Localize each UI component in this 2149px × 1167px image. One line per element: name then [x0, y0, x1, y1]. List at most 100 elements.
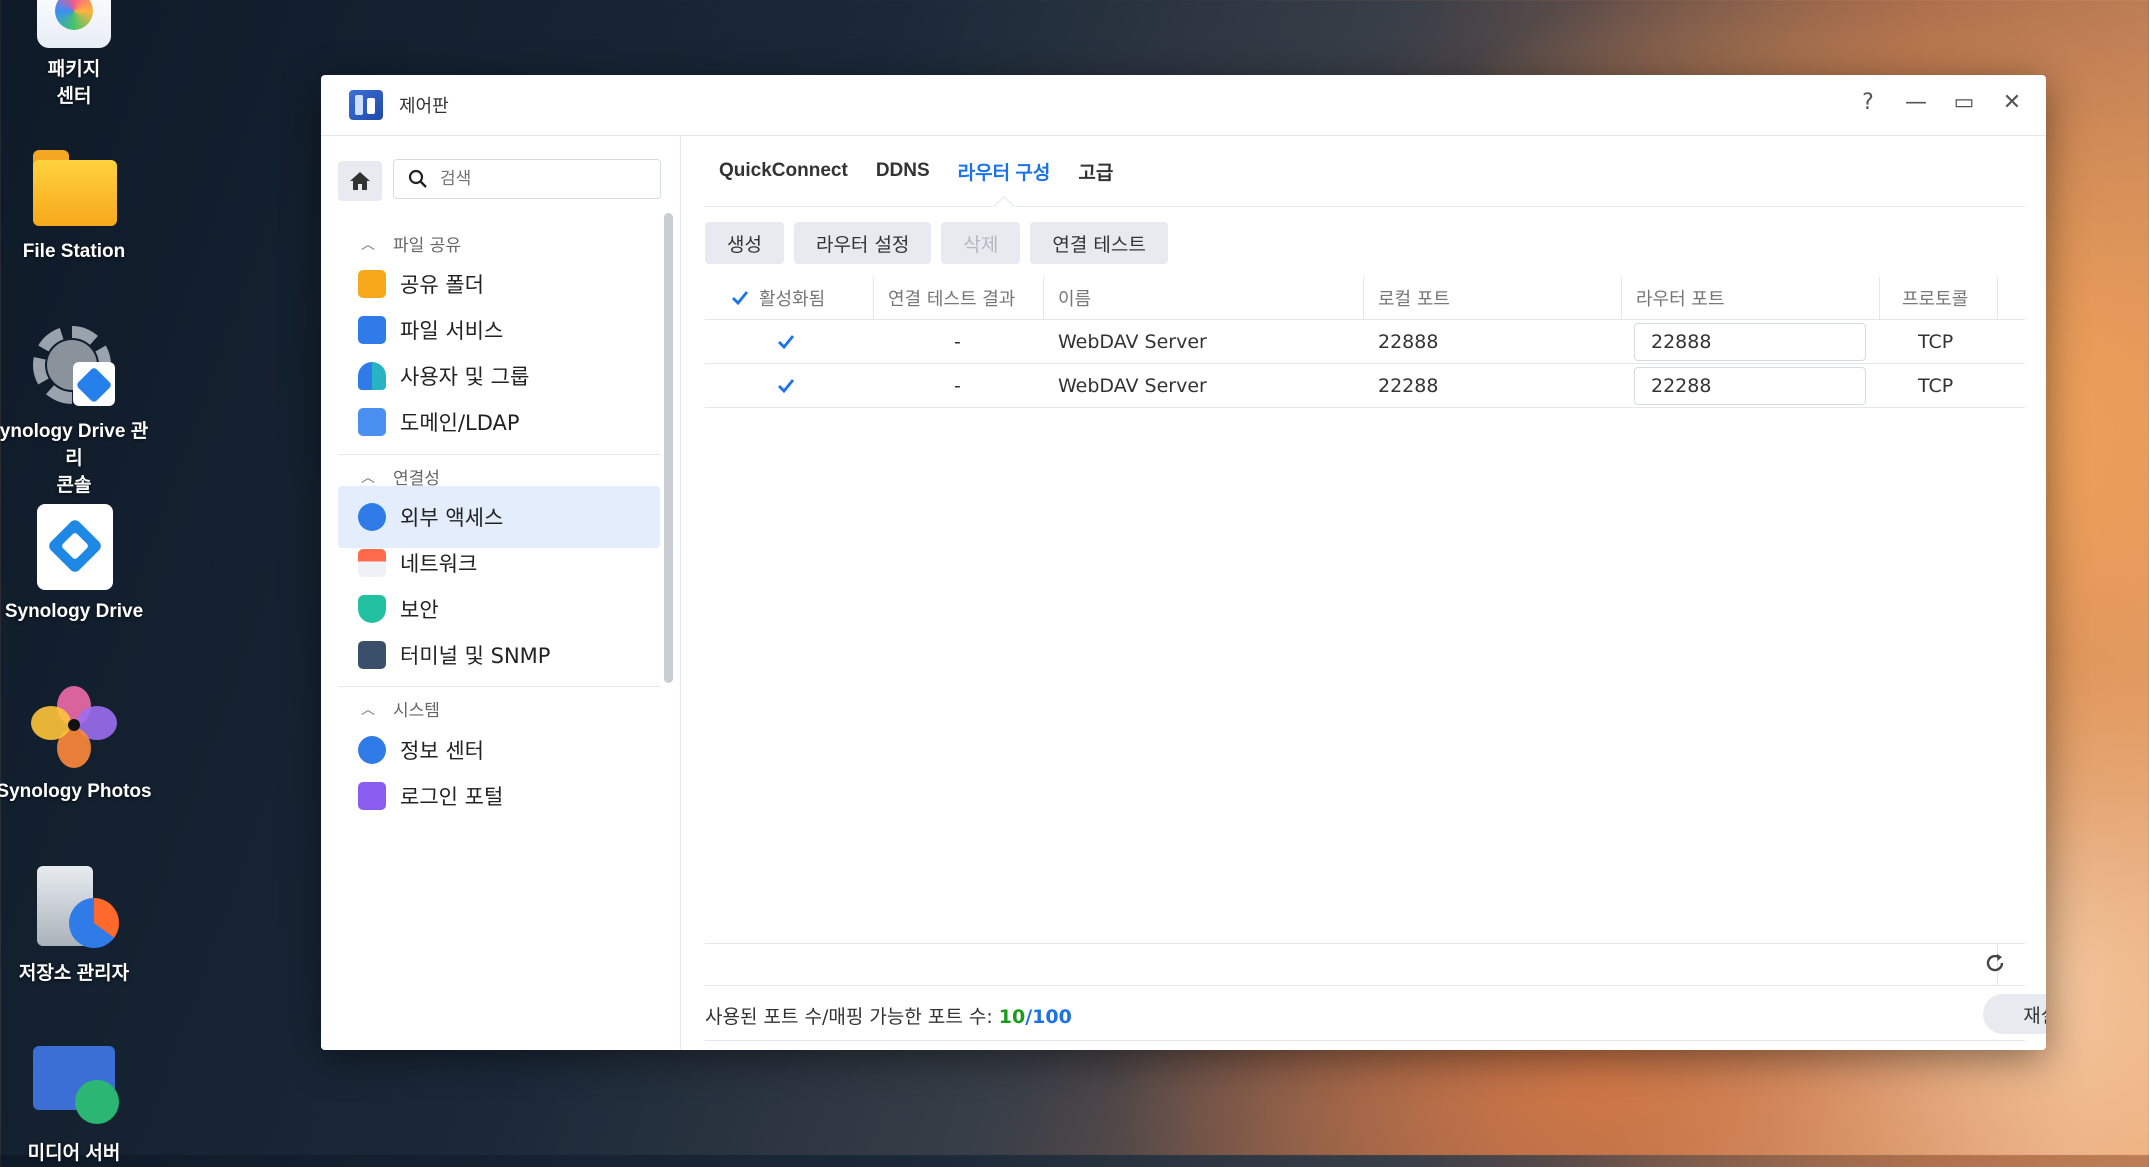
- gear-drive-icon: [29, 322, 119, 412]
- header-local-port[interactable]: 로컬 포트: [1364, 277, 1622, 319]
- desktop-icon-label: 미디어 서버: [27, 1143, 121, 1164]
- sidebar-item-label: 도메인/LDAP: [400, 411, 520, 435]
- sidebar-item-label: 네트워크: [400, 552, 478, 576]
- row-enabled-checkbox[interactable]: [775, 375, 797, 397]
- table-row[interactable]: - WebDAV Server 22288 22288 TCP: [705, 364, 2025, 408]
- row-local-port: 22288: [1378, 374, 1439, 397]
- search-icon: [408, 169, 427, 188]
- window-controls: ? — ▭ ✕: [1854, 89, 2026, 117]
- desktop-icon-file-station[interactable]: File Station: [0, 142, 154, 265]
- home-button[interactable]: [338, 161, 382, 201]
- network-house-icon: [358, 549, 386, 577]
- row-protocol: TCP: [1918, 330, 1954, 353]
- tab-quickconnect[interactable]: QuickConnect: [717, 160, 850, 182]
- external-access-icon: [358, 503, 386, 531]
- tab-router-configuration[interactable]: 라우터 구성: [956, 158, 1053, 185]
- sidebar-item-label: 보안: [400, 598, 439, 622]
- window-titlebar[interactable]: 제어판 ? — ▭ ✕: [321, 75, 2046, 136]
- header-test-result[interactable]: 연결 테스트 결과: [874, 277, 1044, 319]
- sidebar-item-login-portal[interactable]: 로그인 포털: [338, 765, 660, 827]
- maximize-icon[interactable]: ▭: [1950, 89, 1978, 117]
- desktop-icon-label: Synology Drive: [4, 601, 144, 622]
- main-pane: QuickConnect DDNS 라우터 구성 고급 생성 라우터 설정 삭제…: [681, 136, 2046, 1050]
- info-icon: [358, 736, 386, 764]
- reset-button[interactable]: 재설정: [1983, 994, 2046, 1034]
- row-enabled-cell: [705, 320, 874, 363]
- header-enabled[interactable]: 활성화됨: [705, 277, 874, 319]
- paging-bar-bottom-border: [705, 985, 2025, 986]
- row-local-port: 22888: [1378, 330, 1439, 353]
- row-name: WebDAV Server: [1058, 374, 1207, 397]
- table-header: 활성화됨 연결 테스트 결과 이름 로컬 포트 라우터 포트 프로토콜: [705, 277, 2025, 320]
- chevron-up-icon: ︿: [361, 236, 375, 253]
- file-services-icon: [358, 316, 386, 344]
- help-icon[interactable]: ?: [1854, 89, 1882, 117]
- table-row[interactable]: - WebDAV Server 22888 22888 TCP: [705, 320, 2025, 364]
- refresh-icon[interactable]: [1983, 951, 2011, 979]
- tab-ddns[interactable]: DDNS: [874, 160, 932, 182]
- toolbar: 생성 라우터 설정 삭제 연결 테스트: [705, 222, 1168, 264]
- chevron-up-icon: ︿: [361, 469, 375, 486]
- sidebar-item-label: 사용자 및 그룹: [400, 365, 530, 389]
- router-port-input[interactable]: 22288: [1634, 366, 1866, 405]
- row-protocol: TCP: [1918, 374, 1954, 397]
- sidebar-item-label: 로그인 포털: [400, 785, 504, 809]
- button-bar-border: [705, 1040, 2025, 1041]
- domain-ldap-icon: [358, 408, 386, 436]
- sidebar-scrollbar[interactable]: [664, 213, 673, 683]
- sidebar-item-domain-ldap[interactable]: 도메인/LDAP: [338, 391, 660, 453]
- desktop-icon-label: ynology Drive 관리 콘솔: [0, 421, 149, 496]
- desktop-icon-package-center[interactable]: 패키지 센터: [0, 0, 154, 110]
- sidebar-item-label: 터미널 및 SNMP: [400, 644, 551, 668]
- paging-bar-top-border: [705, 943, 2025, 944]
- sidebar-item-label: 공유 폴더: [400, 273, 484, 297]
- port-usage-text: 사용된 포트 수/매핑 가능한 포트 수: 10/100: [705, 1002, 1072, 1029]
- sidebar-item-label: 파일 서비스: [400, 319, 504, 343]
- desktop-icon-drive-admin[interactable]: ynology Drive 관리 콘솔: [0, 322, 154, 499]
- tab-bar: QuickConnect DDNS 라우터 구성 고급: [705, 136, 2025, 207]
- desktop-icon-label: Synology Photos: [0, 781, 152, 802]
- row-enabled-checkbox[interactable]: [775, 331, 797, 353]
- storage-manager-icon: [29, 864, 119, 954]
- synology-drive-icon: [29, 502, 119, 592]
- close-icon[interactable]: ✕: [1998, 89, 2026, 117]
- desktop-icon-storage-manager[interactable]: 저장소 관리자: [0, 864, 154, 987]
- delete-button[interactable]: 삭제: [941, 222, 1021, 264]
- header-name[interactable]: 이름: [1044, 277, 1364, 319]
- desktop-icon-synology-photos[interactable]: Synology Photos: [0, 682, 154, 805]
- row-test-result: -: [954, 374, 961, 397]
- sidebar: ︿ 파일 공유 공유 폴더 파일 서비스 사용자 및 그룹 도메인/LDAP ︿…: [321, 136, 681, 1050]
- shared-folder-icon: [358, 270, 386, 298]
- login-portal-icon: [358, 782, 386, 810]
- header-router-port[interactable]: 라우터 포트: [1622, 277, 1880, 319]
- search-input[interactable]: [438, 168, 642, 190]
- row-name: WebDAV Server: [1058, 330, 1207, 353]
- create-button[interactable]: 생성: [705, 222, 784, 264]
- ports-total-count: 100: [1032, 1006, 1072, 1028]
- minimize-icon[interactable]: —: [1902, 89, 1930, 117]
- header-label: 활성화됨: [759, 289, 826, 310]
- control-panel-app-icon: [349, 90, 383, 120]
- sidebar-divider: [338, 454, 660, 455]
- port-usage-label: 사용된 포트 수/매핑 가능한 포트 수:: [705, 1006, 999, 1028]
- section-system[interactable]: ︿ 시스템: [361, 696, 440, 721]
- router-port-input[interactable]: 22888: [1634, 322, 1866, 361]
- header-protocol[interactable]: 프로토콜: [1880, 277, 1998, 319]
- port-forwarding-table: 활성화됨 연결 테스트 결과 이름 로컬 포트 라우터 포트 프로토콜 - We…: [705, 277, 2025, 408]
- section-title: 시스템: [393, 701, 440, 721]
- desktop-icon-media-server[interactable]: 미디어 서버: [0, 1044, 154, 1167]
- desktop-icon-synology-drive[interactable]: Synology Drive: [0, 502, 154, 625]
- window-title: 제어판: [399, 96, 449, 116]
- desktop-icon-label: 저장소 관리자: [18, 963, 130, 984]
- connection-test-button[interactable]: 연결 테스트: [1030, 222, 1168, 264]
- select-all-checkbox[interactable]: [729, 287, 751, 309]
- router-settings-button[interactable]: 라우터 설정: [793, 222, 932, 264]
- search-box[interactable]: [393, 159, 661, 199]
- terminal-icon: [358, 641, 386, 669]
- row-router-port-cell: 22888: [1622, 320, 1880, 363]
- sidebar-item-terminal-snmp[interactable]: 터미널 및 SNMP: [338, 624, 660, 686]
- tab-advanced[interactable]: 고급: [1076, 158, 1115, 185]
- home-icon: [350, 172, 370, 190]
- photos-flower-icon: [29, 682, 119, 772]
- control-panel-window: 제어판 ? — ▭ ✕ ︿ 파일 공유 공유 폴더 파일 서비스: [321, 75, 2046, 1050]
